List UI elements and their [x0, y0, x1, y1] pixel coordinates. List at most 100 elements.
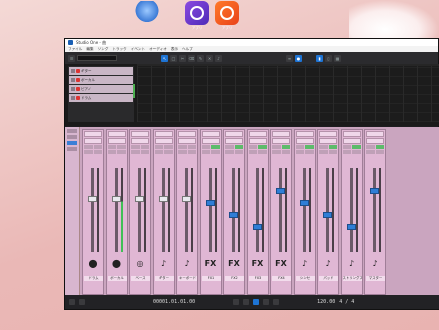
mixer-option-button[interactable] — [67, 141, 77, 145]
output-selector[interactable] — [366, 138, 384, 144]
snap-icon[interactable]: ≡ — [286, 54, 293, 62]
mixer-option-button[interactable] — [67, 147, 77, 151]
record-button[interactable] — [187, 150, 196, 154]
monitor-button[interactable] — [342, 150, 351, 154]
output-selector[interactable] — [154, 138, 173, 144]
desktop-icon-3[interactable]: アプリ — [213, 1, 241, 30]
monitor-button[interactable] — [366, 150, 375, 154]
mute-button[interactable] — [366, 145, 375, 149]
fader-knob[interactable] — [229, 212, 238, 218]
solo-button[interactable] — [281, 145, 290, 149]
monitor-button[interactable] — [295, 150, 304, 154]
mute-button[interactable] — [272, 145, 281, 149]
channel-name[interactable]: シンセ — [295, 276, 315, 281]
record-button[interactable] — [117, 150, 126, 154]
fader-knob[interactable] — [158, 196, 168, 202]
solo-button[interactable] — [328, 145, 337, 149]
input-selector[interactable] — [319, 131, 337, 137]
menu-icon[interactable]: ☰ — [68, 54, 75, 62]
record-arm-button[interactable] — [76, 78, 80, 82]
solo-button[interactable] — [140, 145, 149, 149]
record-arm-button[interactable] — [76, 96, 80, 100]
volume-fader[interactable] — [158, 168, 168, 252]
solo-button[interactable] — [187, 145, 196, 149]
track-header[interactable]: ドラム — [69, 94, 133, 102]
menu-item[interactable]: ヘルプ — [182, 47, 193, 52]
monitor-button[interactable] — [272, 150, 281, 154]
record-button[interactable] — [305, 150, 314, 154]
range-tool-icon[interactable]: □ — [170, 54, 177, 62]
output-selector[interactable] — [225, 138, 243, 144]
channel-name[interactable]: ギター — [154, 276, 174, 281]
fader-knob[interactable] — [346, 224, 356, 230]
volume-fader[interactable] — [323, 168, 332, 252]
record-arm-button[interactable] — [76, 87, 80, 91]
mute-button[interactable] — [71, 87, 75, 91]
mute-button[interactable] — [342, 145, 351, 149]
mute-button[interactable] — [84, 145, 93, 149]
input-selector[interactable] — [342, 131, 361, 137]
output-selector[interactable] — [107, 138, 126, 144]
eraser-tool-icon[interactable]: ⌫ — [188, 54, 195, 62]
mix-view-icon[interactable]: ▯ — [325, 54, 332, 62]
volume-fader[interactable] — [346, 168, 356, 252]
channel-name[interactable]: パッド — [319, 276, 338, 281]
solo-button[interactable] — [117, 145, 126, 149]
monitor-button[interactable] — [319, 150, 328, 154]
track-header[interactable]: ピアノ — [69, 85, 133, 93]
channel-name[interactable]: キーボード — [178, 276, 197, 281]
rewind-icon[interactable] — [233, 299, 240, 305]
record-button[interactable] — [352, 150, 361, 154]
split-tool-icon[interactable]: ✂ — [179, 54, 186, 62]
menu-item[interactable]: 表示 — [171, 47, 178, 52]
track-header[interactable]: ボーカル — [69, 76, 133, 84]
mute-button[interactable] — [201, 145, 210, 149]
output-selector[interactable] — [84, 138, 102, 144]
fader-knob[interactable] — [276, 188, 285, 194]
record-button[interactable] — [93, 150, 102, 154]
song-selector[interactable] — [77, 55, 117, 61]
input-selector[interactable] — [131, 131, 149, 137]
output-selector[interactable] — [201, 138, 220, 144]
channel-name[interactable]: ドラム — [84, 276, 103, 281]
solo-button[interactable] — [93, 145, 102, 149]
mute-button[interactable] — [248, 145, 257, 149]
monitor-button[interactable] — [107, 150, 116, 154]
record-icon[interactable] — [273, 299, 280, 305]
output-selector[interactable] — [319, 138, 337, 144]
loop-icon[interactable] — [79, 299, 85, 305]
channel-name[interactable]: ストリングス — [342, 276, 362, 281]
mute-button[interactable] — [71, 69, 75, 73]
fader-knob[interactable] — [111, 196, 121, 202]
output-selector[interactable] — [295, 138, 314, 144]
solo-button[interactable] — [211, 145, 220, 149]
solo-button[interactable] — [164, 145, 173, 149]
input-selector[interactable] — [366, 131, 384, 137]
menu-item[interactable]: 編集 — [86, 47, 93, 52]
metronome-icon[interactable] — [69, 299, 75, 305]
mute-button[interactable] — [131, 145, 140, 149]
volume-fader[interactable] — [182, 168, 191, 252]
arrow-tool-icon[interactable]: ↖ — [161, 54, 168, 62]
monitor-button[interactable] — [84, 150, 93, 154]
mixer-option-button[interactable] — [67, 129, 77, 133]
record-button[interactable] — [281, 150, 290, 154]
mute-button[interactable] — [225, 145, 234, 149]
output-selector[interactable] — [248, 138, 267, 144]
channel-name[interactable]: ベース — [131, 276, 150, 281]
input-selector[interactable] — [107, 131, 126, 137]
volume-fader[interactable] — [229, 168, 238, 252]
menu-item[interactable]: イベント — [131, 47, 145, 52]
record-button[interactable] — [375, 150, 384, 154]
channel-name[interactable]: マスター — [366, 276, 385, 281]
volume-fader[interactable] — [252, 168, 262, 252]
menu-item[interactable]: ファイル — [68, 47, 82, 52]
mute-button[interactable] — [319, 145, 328, 149]
volume-fader[interactable] — [205, 168, 215, 252]
monitor-button[interactable] — [131, 150, 140, 154]
input-selector[interactable] — [295, 131, 314, 137]
record-button[interactable] — [258, 150, 267, 154]
desktop-icon-2[interactable]: アプリ — [183, 1, 211, 30]
forward-icon[interactable] — [243, 299, 250, 305]
snap-toggle-icon[interactable]: ● — [295, 54, 302, 62]
